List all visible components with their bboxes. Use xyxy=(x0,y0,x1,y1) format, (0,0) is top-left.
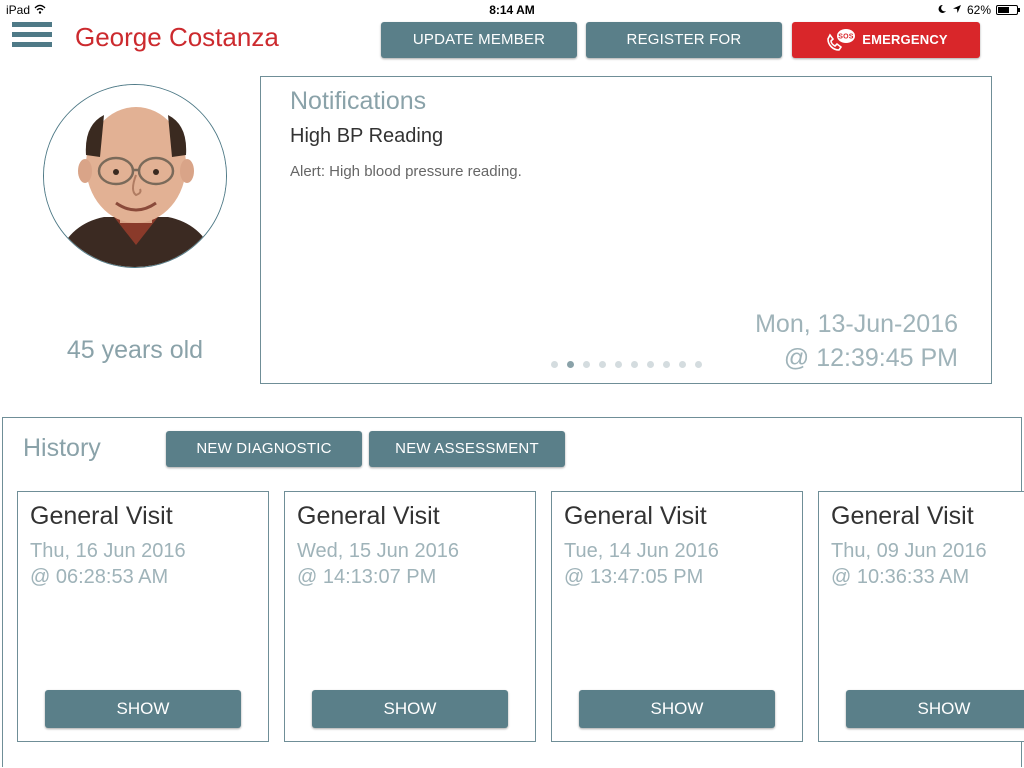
show-visit-button[interactable]: SHOW xyxy=(312,690,508,728)
visit-card: General Visit Thu, 16 Jun 2016 @ 06:28:5… xyxy=(17,491,269,742)
member-avatar xyxy=(43,84,227,268)
register-kardiofit-button[interactable]: REGISTER FOR KARDIOFIT xyxy=(586,22,782,84)
visit-time: @ 06:28:53 AM xyxy=(30,566,169,588)
page-dot[interactable] xyxy=(663,361,670,368)
visit-card: General Visit Tue, 14 Jun 2016 @ 13:47:0… xyxy=(551,491,803,742)
member-age: 45 years old xyxy=(66,336,204,364)
show-visit-button[interactable]: SHOW xyxy=(45,690,241,728)
page-dot[interactable] xyxy=(599,361,606,368)
new-diagnostic-button[interactable]: NEW DIAGNOSTIC xyxy=(166,431,362,467)
page-dot[interactable] xyxy=(567,361,574,368)
notification-date: Mon, 13-Jun-2016 xyxy=(755,310,958,338)
notification-title: High BP Reading xyxy=(290,125,444,147)
visit-date: Thu, 09 Jun 2016 xyxy=(831,540,987,562)
sos-phone-icon: SOS xyxy=(824,27,856,53)
page-dot[interactable] xyxy=(647,361,654,368)
status-right: 62% xyxy=(937,3,1020,17)
page-dot[interactable] xyxy=(679,361,686,368)
notification-timestamp: Mon, 13-Jun-2016 @ 12:39:45 PM xyxy=(755,307,958,375)
status-time: 8:14 AM xyxy=(489,3,535,17)
notifications-panel[interactable]: Notifications High BP Reading Alert: Hig… xyxy=(260,76,992,384)
moon-icon xyxy=(937,3,947,17)
status-bar: iPad 8:14 AM 62% xyxy=(0,0,1024,20)
visit-date: Thu, 16 Jun 2016 xyxy=(30,540,186,562)
location-arrow-icon xyxy=(952,3,962,17)
history-panel: History NEW DIAGNOSTIC NEW ASSESSMENT Ge… xyxy=(2,417,1024,767)
show-visit-button[interactable]: SHOW xyxy=(846,690,1024,728)
update-member-button[interactable]: UPDATE MEMBER xyxy=(381,22,577,58)
visit-title: General Visit xyxy=(30,502,173,530)
show-visit-button[interactable]: SHOW xyxy=(579,690,775,728)
visit-date: Wed, 15 Jun 2016 xyxy=(297,540,459,562)
visit-date: Tue, 14 Jun 2016 xyxy=(564,540,719,562)
visit-time: @ 13:47:05 PM xyxy=(564,566,704,588)
new-assessment-button[interactable]: NEW ASSESSMENT xyxy=(369,431,565,467)
notifications-heading: Notifications xyxy=(290,87,427,115)
visit-title: General Visit xyxy=(297,502,440,530)
hamburger-menu-icon[interactable] xyxy=(12,22,52,52)
page-dot[interactable] xyxy=(695,361,702,368)
notification-time: @ 12:39:45 PM xyxy=(783,344,958,372)
battery-percent: 62% xyxy=(966,3,991,17)
history-heading: History xyxy=(23,434,101,462)
page-dot[interactable] xyxy=(583,361,590,368)
visit-time: @ 10:36:33 AM xyxy=(831,566,970,588)
page-indicator[interactable] xyxy=(551,361,702,368)
svg-text:SOS: SOS xyxy=(839,34,855,41)
visit-card: General Visit Wed, 15 Jun 2016 @ 14:13:0… xyxy=(284,491,536,742)
emergency-button[interactable]: SOS EMERGENCY xyxy=(792,22,980,58)
battery-icon xyxy=(996,5,1020,15)
page-dot[interactable] xyxy=(631,361,638,368)
visit-time: @ 14:13:07 PM xyxy=(297,566,437,588)
visit-title: General Visit xyxy=(831,502,974,530)
notification-body: Alert: High blood pressure reading. xyxy=(290,163,522,180)
page-dot[interactable] xyxy=(615,361,622,368)
page-dot[interactable] xyxy=(551,361,558,368)
member-name: George Costanza xyxy=(75,22,279,52)
visit-card: General Visit Thu, 09 Jun 2016 @ 10:36:3… xyxy=(818,491,1024,742)
visit-title: General Visit xyxy=(564,502,707,530)
emergency-label: EMERGENCY xyxy=(862,32,948,47)
